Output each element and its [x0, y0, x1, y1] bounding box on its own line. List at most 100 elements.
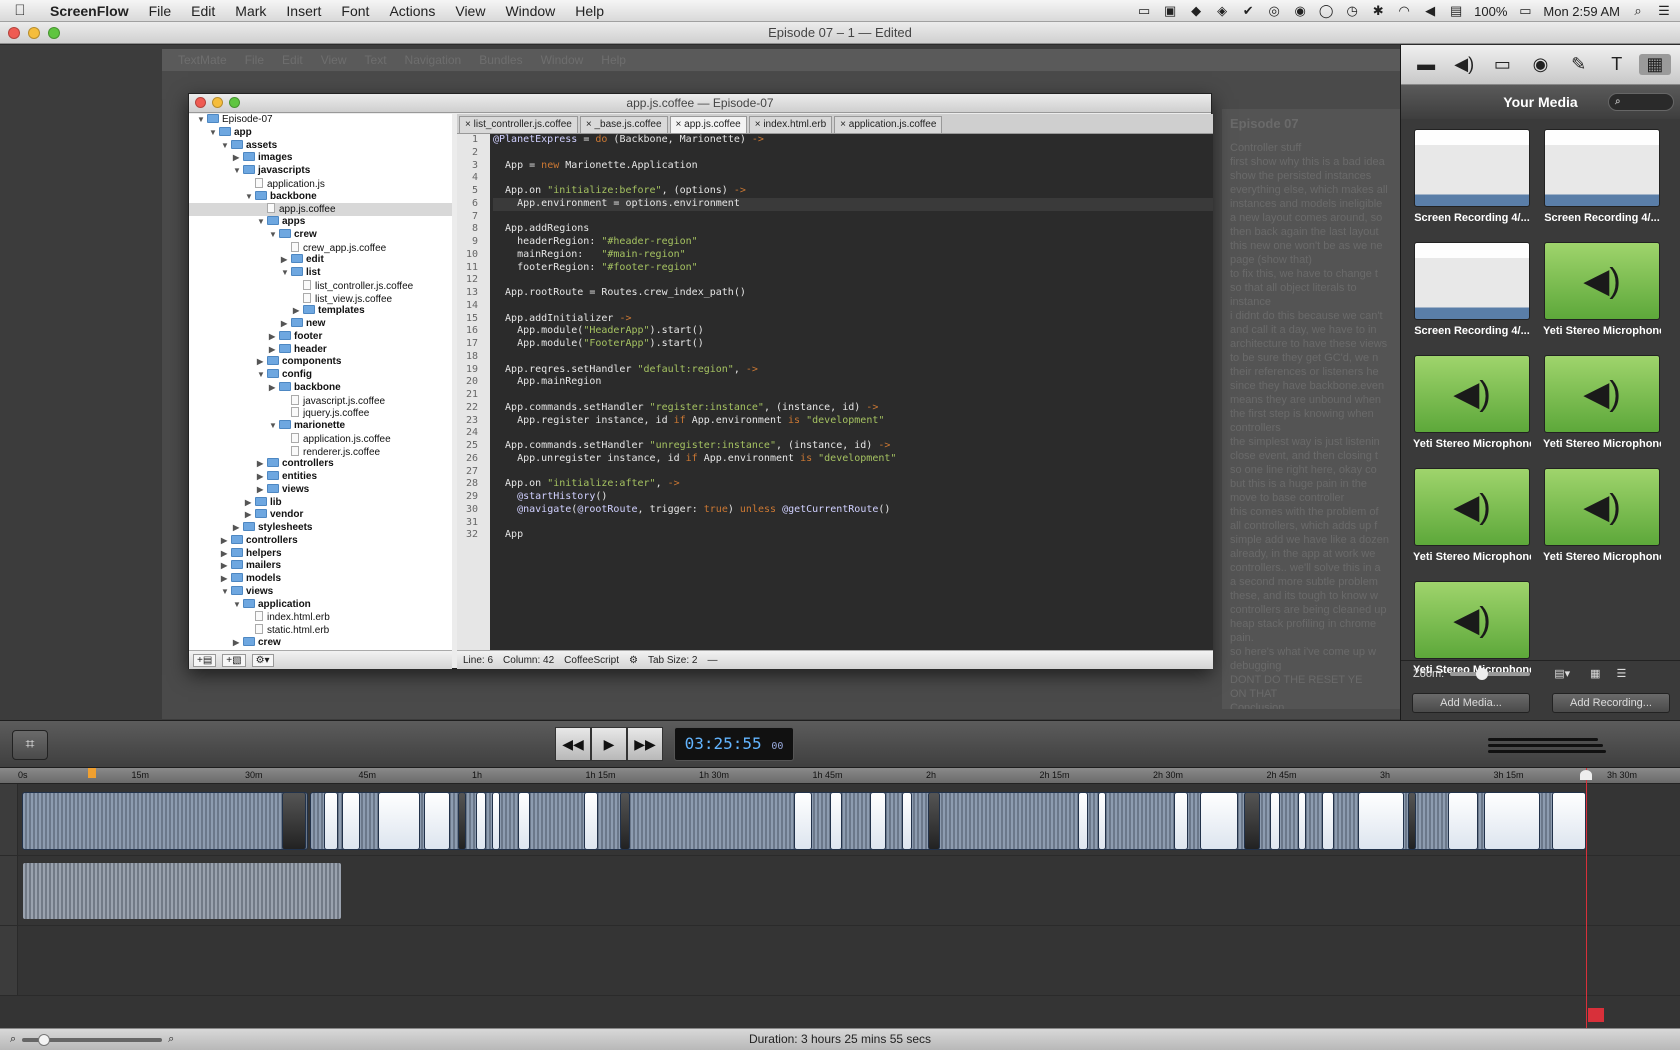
speaker-icon[interactable]: ◀): [1544, 468, 1660, 546]
video-clip[interactable]: [476, 792, 486, 850]
add-media-button[interactable]: Add Media...: [1412, 693, 1530, 713]
tree-item[interactable]: ▶ helpers: [189, 547, 452, 561]
textmate-zoom-button[interactable]: [229, 97, 240, 108]
terminal-icon[interactable]: ▣: [1162, 3, 1178, 19]
video-clip-group[interactable]: [22, 792, 308, 850]
disclosure-open-icon[interactable]: ▼: [257, 216, 267, 229]
disclosure-open-icon[interactable]: ▼: [281, 267, 291, 280]
disclosure-closed-icon[interactable]: ▶: [221, 535, 231, 548]
code-line[interactable]: [493, 389, 1213, 402]
video-clip[interactable]: [518, 792, 530, 850]
tree-item[interactable]: ▶ footer: [189, 330, 452, 344]
speaker-icon[interactable]: ◀): [1544, 355, 1660, 433]
video-clip[interactable]: [342, 792, 360, 850]
disclosure-closed-icon[interactable]: ▶: [245, 497, 255, 510]
playhead[interactable]: [1586, 768, 1587, 1028]
disclosure-open-icon[interactable]: ▼: [197, 114, 207, 127]
tree-item[interactable]: ▶ entities: [189, 471, 452, 484]
editor-tab[interactable]: × application.js.coffee: [834, 116, 943, 133]
minimize-button[interactable]: [28, 27, 40, 39]
menu-app-name[interactable]: ScreenFlow: [40, 3, 139, 19]
tree-item[interactable]: app.js.coffee: [189, 203, 452, 216]
volume-icon[interactable]: ◀: [1422, 3, 1438, 19]
code-line[interactable]: App.unregister instance, id if App.envir…: [493, 453, 1213, 466]
tree-item[interactable]: renderer.js.coffee: [189, 445, 452, 459]
tree-item[interactable]: ▼ Episode-07: [189, 114, 452, 127]
video-clip[interactable]: [378, 792, 420, 850]
code-line[interactable]: [493, 351, 1213, 364]
video-clip[interactable]: [458, 792, 466, 850]
apple-icon[interactable]: : [0, 2, 40, 19]
video-clip[interactable]: [1552, 792, 1586, 850]
empty-track[interactable]: [0, 926, 1680, 996]
list-view-icon[interactable]: ☰: [1617, 667, 1627, 680]
tree-item[interactable]: ▶ crew: [189, 636, 452, 650]
search-status-icon[interactable]: ◎: [1266, 3, 1282, 19]
track-handle[interactable]: [0, 784, 18, 855]
master-volume-meter[interactable]: [1488, 735, 1608, 755]
tree-item[interactable]: ▶ components: [189, 356, 452, 369]
screen-recording-thumbnail[interactable]: [1414, 242, 1530, 320]
tree-item[interactable]: ▼ views: [189, 585, 452, 599]
disclosure-closed-icon[interactable]: ▶: [257, 471, 267, 484]
video-clip[interactable]: [620, 792, 630, 850]
tree-item[interactable]: static.html.erb: [189, 624, 452, 637]
tree-item[interactable]: list_controller.js.coffee: [189, 279, 452, 293]
tree-item[interactable]: ▶ controllers: [189, 534, 452, 548]
text-icon[interactable]: T: [1601, 54, 1633, 75]
code-area[interactable]: @PlanetExpress = do (Backbone, Marionett…: [493, 134, 1213, 650]
chat-icon[interactable]: ◯: [1318, 3, 1334, 19]
disclosure-open-icon[interactable]: ▼: [209, 127, 219, 140]
language-select[interactable]: CoffeeScript: [564, 655, 619, 666]
video-clip[interactable]: [584, 792, 598, 850]
hat-icon[interactable]: ◉: [1292, 3, 1308, 19]
time-machine-icon[interactable]: ◷: [1344, 3, 1360, 19]
disclosure-open-icon[interactable]: ▼: [233, 599, 243, 612]
video-clip[interactable]: [1078, 792, 1088, 850]
disclosure-closed-icon[interactable]: ▶: [233, 152, 243, 165]
video-clip[interactable]: [1358, 792, 1404, 850]
speaker-icon[interactable]: ◀): [1414, 581, 1530, 659]
video-clip[interactable]: [1098, 792, 1106, 850]
media-search-input[interactable]: ⌕: [1608, 93, 1674, 111]
textmate-minimize-button[interactable]: [212, 97, 223, 108]
timeline-tracks[interactable]: [0, 784, 1680, 1028]
tree-item[interactable]: ▼ marionette: [189, 420, 452, 433]
code-line[interactable]: [493, 172, 1213, 185]
tree-item[interactable]: ▶ edit: [189, 254, 452, 267]
screen-recording-icon[interactable]: ▭: [1486, 54, 1518, 75]
track-handle[interactable]: [0, 926, 18, 995]
editor-tab[interactable]: × app.js.coffee: [669, 116, 747, 133]
disclosure-closed-icon[interactable]: ▶: [257, 458, 267, 471]
flag-icon[interactable]: ▤: [1448, 3, 1464, 19]
media-item[interactable]: ◀) Yeti Stereo Microphone: [1543, 355, 1661, 450]
disclosure-open-icon[interactable]: ▼: [257, 369, 267, 382]
crop-icon[interactable]: ⌗: [12, 730, 48, 760]
code-line[interactable]: [493, 274, 1213, 287]
timeline-ruler[interactable]: 0s 15m 30m 45m 1h 1h 15m 1h 30m 1h 45m 2h 2h 15m 2…: [0, 768, 1680, 784]
code-line[interactable]: footerRegion: "#footer-region": [493, 262, 1213, 275]
close-button[interactable]: [8, 27, 20, 39]
video-clip[interactable]: [1448, 792, 1478, 850]
media-item[interactable]: Screen Recording 4/...: [1543, 129, 1661, 224]
symbol-select[interactable]: —: [707, 655, 717, 666]
code-line[interactable]: App.module("HeaderApp").start(): [493, 325, 1213, 338]
code-line[interactable]: [493, 466, 1213, 479]
battery-icon[interactable]: ▭: [1517, 3, 1533, 19]
tree-item[interactable]: list_view.js.coffee: [189, 292, 452, 306]
menu-help[interactable]: Help: [565, 3, 614, 19]
code-line[interactable]: @PlanetExpress = do (Backbone, Marionett…: [493, 134, 1213, 147]
dropbox-icon[interactable]: ◆: [1188, 3, 1204, 19]
disclosure-closed-icon[interactable]: ▶: [221, 560, 231, 573]
tree-item[interactable]: application.js.coffee: [189, 432, 452, 446]
video-clip[interactable]: [492, 792, 500, 850]
video-clip[interactable]: [1322, 792, 1334, 850]
video-clip[interactable]: [1408, 792, 1416, 850]
playhead-handle[interactable]: [1580, 770, 1592, 780]
tree-item[interactable]: ▶ mailers: [189, 560, 452, 573]
tree-item[interactable]: ▼ config: [189, 369, 452, 382]
tree-item[interactable]: ▶ stylesheets: [189, 522, 452, 535]
disclosure-closed-icon[interactable]: ▶: [269, 382, 279, 395]
video-clip[interactable]: [830, 792, 842, 850]
disclosure-closed-icon[interactable]: ▶: [245, 509, 255, 522]
